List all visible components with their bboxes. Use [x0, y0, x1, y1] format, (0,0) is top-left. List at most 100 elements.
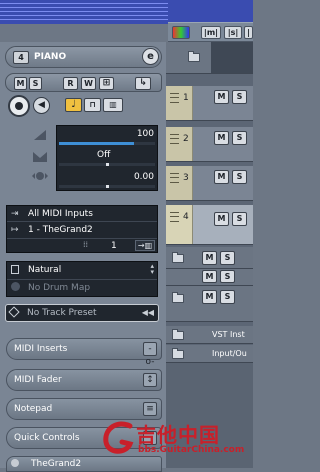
channel-number: 4 [13, 51, 29, 64]
folder-icon [172, 292, 184, 303]
track-preset-field[interactable]: No Track Preset ◀◀ [5, 304, 159, 322]
volume-value[interactable]: 100 [137, 129, 154, 139]
pan-slider[interactable] [59, 163, 155, 166]
grid-icon[interactable]: ⊞ [99, 77, 114, 90]
track-name[interactable]: PIANO [34, 52, 66, 62]
drum-map-icon [11, 282, 20, 291]
read-automation-button[interactable]: R [63, 77, 78, 90]
folder-solo-button[interactable]: S [220, 290, 235, 304]
delay-icon [32, 171, 48, 181]
track-controls-row1: M S R W ⊞ ↳ [5, 73, 162, 92]
track-row[interactable]: 1 M S [166, 86, 253, 121]
pan-slider-marker [106, 163, 109, 166]
folder-icon [188, 51, 200, 62]
bank-icon [11, 265, 19, 274]
drum-map-select[interactable]: No Drum Map [28, 283, 90, 293]
channel-grid-icon: ⁞⁞ [83, 240, 89, 249]
section-label: MIDI Inserts [14, 344, 68, 354]
track-solo-button[interactable]: S [232, 170, 247, 184]
section-notepad[interactable]: Notepad ≡ [6, 398, 162, 420]
musical-time-button[interactable]: ♩ [65, 98, 82, 112]
delay-slider[interactable] [59, 185, 155, 188]
volume-slider-fill [59, 142, 134, 145]
track-row[interactable]: 3 M S [166, 166, 253, 201]
bank-select[interactable]: Natural [28, 265, 61, 275]
track-mute-button[interactable]: M [214, 131, 229, 145]
bank-stepper-icon[interactable]: ▴ ▾ [150, 263, 154, 276]
monitor-button[interactable]: ◀ [33, 97, 50, 114]
folder-mute-button[interactable]: M [202, 270, 217, 283]
track-solo-button[interactable]: S [232, 90, 247, 104]
track-mute-button[interactable]: M [214, 212, 229, 226]
track-inspector: 4 PIANO e M S R W ⊞ ↳ ◀ ♩ ⊓ ▥ 100 Off 0.… [0, 42, 166, 472]
extra-toolbar-button[interactable]: | [244, 26, 253, 39]
folder-icon [172, 348, 184, 359]
track-header[interactable]: 4 PIANO e [5, 46, 162, 68]
instrument-edit-icon[interactable]: →▥ [135, 240, 155, 251]
track-number: 2 [183, 134, 189, 144]
watermark-chinese-text: 吉他中国 [136, 423, 220, 447]
midi-output-select[interactable]: 1 - TheGrand2 [28, 225, 93, 235]
track-type-icon [170, 134, 179, 144]
solo-toolbar-button[interactable]: |s| [224, 26, 242, 39]
solo-button[interactable]: S [29, 77, 42, 90]
tracklist-toolbar: |m| |s| | [168, 22, 253, 42]
lane-icon[interactable]: ▥ [103, 98, 123, 112]
folder-solo-button[interactable]: S [220, 270, 235, 283]
volume-icon [34, 130, 46, 140]
watermark-logo-icon [100, 420, 136, 456]
midi-input-select[interactable]: All MIDI Inputs [28, 209, 93, 219]
folder-icon [172, 252, 184, 263]
folder-track-row[interactable]: M S [166, 269, 253, 286]
folder-track-row[interactable]: Input/Ou [166, 345, 253, 363]
watermark-site-text: bbs.GuitarChina.com [138, 445, 245, 455]
track-type-icon [170, 173, 179, 183]
edit-channel-button[interactable]: e [142, 48, 159, 65]
color-toolbar-button[interactable] [172, 26, 190, 39]
folder-track-row[interactable]: M S [166, 286, 253, 322]
section-label: MIDI Fader [14, 375, 62, 385]
delay-value[interactable]: 0.00 [134, 172, 154, 182]
track-controls-row2: ◀ ♩ ⊓ ▥ [5, 94, 162, 117]
track-mute-button[interactable]: M [214, 170, 229, 184]
folder-track-row[interactable]: M S [166, 247, 253, 269]
track-mute-button[interactable]: M [214, 90, 229, 104]
track-type-icon [170, 212, 179, 222]
folder-mute-button[interactable]: M [202, 290, 217, 304]
track-type-icon [170, 93, 179, 103]
folder-header-row[interactable] [166, 42, 253, 74]
volume-slider[interactable] [59, 142, 155, 145]
track-preset-label: No Track Preset [27, 308, 97, 318]
track-number: 4 [183, 212, 189, 222]
output-routing-icon[interactable]: ↳ [135, 77, 151, 90]
track-row-selected[interactable]: 4 M S [166, 205, 253, 245]
track-row[interactable]: 2 M S [166, 127, 253, 162]
section-midi-fader[interactable]: MIDI Fader ↕ [6, 369, 162, 391]
track-number-cell: 4 [166, 205, 193, 244]
track-solo-button[interactable]: S [232, 212, 247, 226]
pan-value[interactable]: Off [97, 150, 110, 160]
folder-track-row[interactable]: VST Inst [166, 326, 253, 344]
bottom-track-icon [11, 459, 19, 467]
folder-solo-button[interactable]: S [220, 251, 235, 265]
notepad-icon[interactable]: ≡ [143, 402, 157, 416]
watermark: 吉他中国 bbs.GuitarChina.com [100, 418, 253, 468]
lock-icon[interactable]: ⊓ [84, 98, 101, 112]
pan-icon [33, 152, 47, 162]
midi-channel-select[interactable]: 1 [111, 241, 117, 251]
fader-icon[interactable]: ↕ [143, 373, 157, 387]
folder-track-label: Input/Ou [212, 349, 247, 358]
preset-icon [8, 306, 20, 318]
write-automation-button[interactable]: W [81, 77, 96, 90]
track-number: 1 [183, 93, 189, 103]
top-strip [0, 0, 253, 24]
inserts-icon[interactable]: -o- [143, 342, 157, 367]
section-midi-inserts[interactable]: MIDI Inserts -o- [6, 338, 162, 367]
record-enable-button[interactable] [8, 95, 30, 117]
mute-toolbar-button[interactable]: |m| [201, 26, 221, 39]
folder-mute-button[interactable]: M [202, 251, 217, 265]
track-solo-button[interactable]: S [232, 131, 247, 145]
mute-button[interactable]: M [14, 77, 27, 90]
maps-panel: Natural ▴ ▾ No Drum Map [6, 261, 158, 297]
folder-track-label: VST Inst [212, 330, 245, 339]
